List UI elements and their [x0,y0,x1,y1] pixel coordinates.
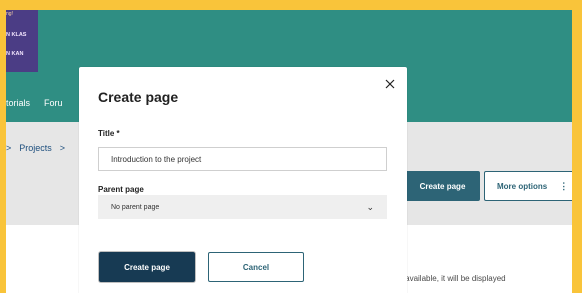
logo-line-3: N KAN [6,51,24,57]
more-options-button[interactable]: More options ⋮ [484,171,572,201]
logo-line-1: ng! [6,11,13,17]
create-page-button[interactable]: Create page [99,252,195,282]
top-navigation: torials Foru [6,98,63,108]
breadcrumb-projects-link[interactable]: Projects [19,143,52,153]
cancel-button[interactable]: Cancel [208,252,304,282]
modal-title: Create page [98,89,179,105]
app-window: ng! N KLAS N KAN torials Foru > Projects… [6,10,572,293]
breadcrumb: > Projects > [6,143,65,153]
more-options-label: More options [497,181,548,191]
parent-page-select[interactable]: No parent page ⌄ [98,195,387,219]
parent-page-value: No parent page [111,203,160,211]
frame-border: ng! N KLAS N KAN torials Foru > Projects… [0,0,582,293]
title-input[interactable]: Introduction to the project [98,147,387,171]
parent-page-label: Parent page [98,185,144,194]
nav-item-forum[interactable]: Foru [44,98,63,108]
chevron-down-icon: ⌄ [366,201,374,212]
create-page-button-background[interactable]: Create page [405,171,480,201]
breadcrumb-separator: > [59,143,66,153]
breadcrumb-separator: > [6,143,12,153]
more-options-icon: ⋮ [559,180,568,191]
logo-line-2: N KLAS [6,32,27,38]
close-icon[interactable] [384,78,396,90]
create-page-modal: Create page Title * Introduction to the … [79,67,407,293]
title-field-label: Title * [98,129,120,138]
nav-item-tutorials[interactable]: torials [6,98,30,108]
logo: ng! N KLAS N KAN [6,10,38,72]
